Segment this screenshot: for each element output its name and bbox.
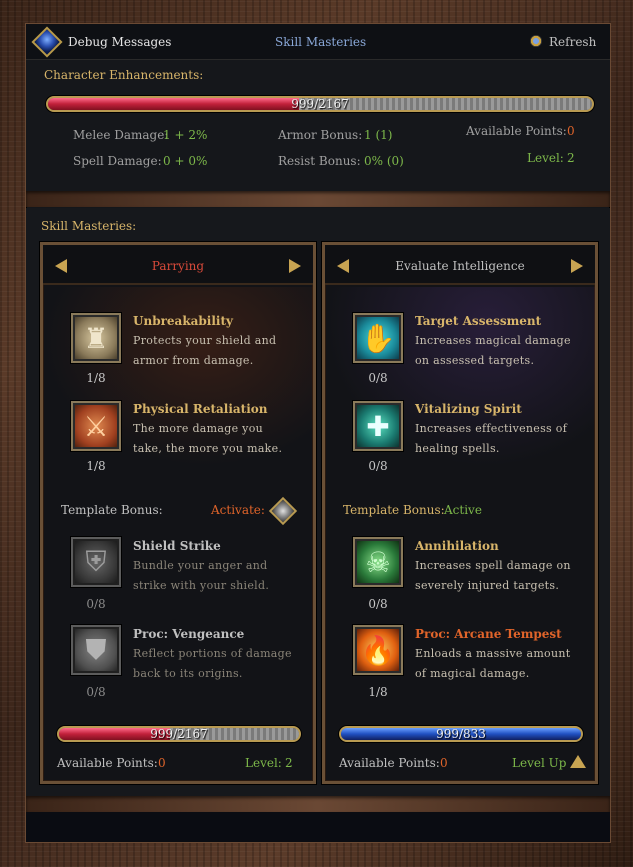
header-bar: Debug Messages Skill Masteries Refresh bbox=[26, 24, 610, 60]
skill-rank: 0/8 bbox=[368, 597, 388, 611]
healing-cross-icon[interactable]: ✚ bbox=[353, 401, 403, 451]
available-points-label: Available Points: bbox=[466, 124, 567, 138]
skill-name: Target Assessment bbox=[415, 314, 542, 328]
next-mastery-arrow-icon[interactable] bbox=[289, 259, 301, 273]
mastery-selector-right: Evaluate Intelligence bbox=[325, 245, 595, 285]
skill-description: The more damage you take, the more you m… bbox=[133, 422, 283, 455]
activate-label: Activate: bbox=[211, 503, 265, 517]
mastery-xp-text: 999/2167 bbox=[150, 727, 208, 741]
skill-name: Proc: Arcane Tempest bbox=[415, 627, 562, 641]
skill-name: Proc: Vengeance bbox=[133, 627, 245, 641]
retaliation-icon[interactable]: ⚔ bbox=[71, 401, 121, 451]
skill-rank: 0/8 bbox=[86, 685, 106, 699]
skill-name: Physical Retaliation bbox=[133, 402, 268, 416]
skill-name: Shield Strike bbox=[133, 539, 221, 553]
spell-damage-value: 0 + 0% bbox=[163, 154, 208, 168]
bottom-strip bbox=[26, 812, 610, 842]
character-enhancements-section: Character Enhancements: 999/2167 Melee D… bbox=[26, 60, 610, 192]
skill-name: Unbreakability bbox=[133, 314, 233, 328]
character-xp-text: 999/2167 bbox=[291, 97, 349, 111]
level-value: 2 bbox=[285, 756, 293, 770]
spell-damage-label: Spell Damage: bbox=[73, 154, 162, 168]
debug-gem-icon[interactable] bbox=[31, 26, 63, 58]
skill-description: Increases spell damage on severely injur… bbox=[415, 559, 571, 592]
mastery-xp-text: 999/833 bbox=[436, 727, 486, 741]
available-points-value: 0 bbox=[567, 124, 575, 138]
skill-description: Enloads a massive amount of magical dama… bbox=[415, 647, 571, 680]
available-points-value: 0 bbox=[440, 756, 448, 770]
resist-bonus-value: 0% (0) bbox=[364, 154, 404, 168]
skill-rank: 1/8 bbox=[368, 685, 388, 699]
mastery-panel-right: Evaluate Intelligence ✋ 0/8 Target Asses… bbox=[322, 242, 598, 784]
level-label: Level: bbox=[527, 151, 564, 165]
available-points-label: Available Points: bbox=[57, 756, 158, 770]
mastery-panel-left: Parrying ♜ 1/8 Unbreakability Protects y… bbox=[40, 242, 316, 784]
skill-name: Annihilation bbox=[415, 539, 499, 553]
next-mastery-arrow-icon[interactable] bbox=[571, 259, 583, 273]
mastery-title-right: Evaluate Intelligence bbox=[395, 259, 525, 273]
masteries-section-label: Skill Masteries: bbox=[41, 219, 137, 233]
skill-description: Bundle your anger and strike with your s… bbox=[133, 559, 270, 592]
activate-gem-icon[interactable] bbox=[268, 496, 298, 526]
level-value: 2 bbox=[567, 151, 575, 165]
skill-rank: 0/8 bbox=[368, 371, 388, 385]
level-up-arrow-icon[interactable] bbox=[570, 755, 586, 768]
skill-description: Increases effectiveness of healing spell… bbox=[415, 422, 568, 455]
skull-icon[interactable]: ☠ bbox=[353, 537, 403, 587]
section-divider bbox=[26, 796, 610, 812]
melee-damage-label: Melee Damage: bbox=[73, 128, 169, 142]
shield-strike-icon[interactable]: ⛨ bbox=[71, 537, 121, 587]
arcane-fire-icon[interactable]: 🔥 bbox=[353, 625, 403, 675]
skill-rank: 0/8 bbox=[368, 459, 388, 473]
level-up-button[interactable]: Level Up bbox=[512, 756, 566, 770]
skill-description: Increases magical damage on assessed tar… bbox=[415, 334, 571, 367]
armor-bonus-label: Armor Bonus: bbox=[278, 128, 363, 142]
refresh-icon[interactable] bbox=[530, 35, 542, 47]
open-hand-icon[interactable]: ✋ bbox=[353, 313, 403, 363]
melee-damage-value: 1 + 2% bbox=[163, 128, 208, 142]
character-xp-bar: 999/2167 bbox=[46, 96, 594, 112]
available-points-label: Available Points: bbox=[339, 756, 440, 770]
available-points-value: 0 bbox=[158, 756, 166, 770]
level-label: Level: bbox=[245, 756, 282, 770]
debug-messages-label[interactable]: Debug Messages bbox=[68, 35, 171, 49]
mastery-selector-left: Parrying bbox=[43, 245, 313, 285]
skill-rank: 1/8 bbox=[86, 371, 106, 385]
template-active-status: Active bbox=[444, 503, 482, 517]
skill-name: Vitalizing Spirit bbox=[415, 402, 522, 416]
mastery-title-left: Parrying bbox=[151, 259, 205, 273]
armor-bonus-value: 1 (1) bbox=[364, 128, 393, 142]
template-bonus-label: Template Bonus: bbox=[61, 503, 163, 517]
template-bonus-label: Template Bonus: bbox=[343, 503, 445, 517]
mastery-xp-bar-left: 999/2167 bbox=[57, 726, 301, 742]
vengeance-shield-icon[interactable]: ⛊ bbox=[71, 625, 121, 675]
skill-description: Protects your shield and armor from dama… bbox=[133, 334, 277, 367]
skill-rank: 1/8 bbox=[86, 459, 106, 473]
refresh-button[interactable]: Refresh bbox=[549, 35, 596, 49]
skill-description: Reflect portions of damage back to its o… bbox=[133, 647, 292, 680]
window-title: Skill Masteries bbox=[275, 35, 367, 49]
character-section-label: Character Enhancements: bbox=[44, 68, 204, 82]
mastery-xp-bar-right: 999/833 bbox=[339, 726, 583, 742]
resist-bonus-label: Resist Bonus: bbox=[278, 154, 361, 168]
knight-armor-icon[interactable]: ♜ bbox=[71, 313, 121, 363]
skill-rank: 0/8 bbox=[86, 597, 106, 611]
section-divider bbox=[26, 191, 610, 207]
